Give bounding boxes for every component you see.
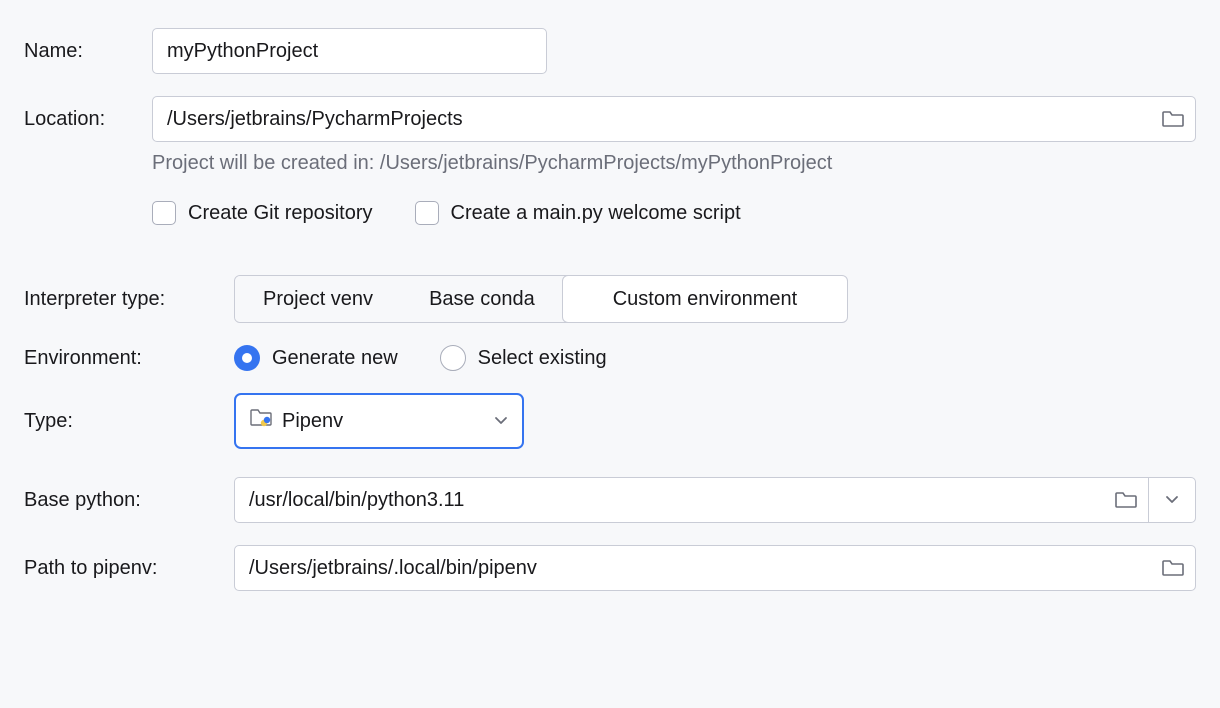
name-row: Name: myPythonProject: [24, 28, 1196, 74]
browse-pipenv-button[interactable]: [1151, 546, 1195, 590]
name-value: myPythonProject: [167, 40, 318, 63]
path-to-pipenv-value: /Users/jetbrains/.local/bin/pipenv: [249, 557, 1151, 580]
folder-icon: [1162, 110, 1184, 128]
path-to-pipenv-row: Path to pipenv: /Users/jetbrains/.local/…: [24, 545, 1196, 591]
browse-location-button[interactable]: [1151, 97, 1195, 141]
base-python-row: Base python: /usr/local/bin/python3.11: [24, 477, 1196, 523]
pipenv-folder-icon: [250, 408, 272, 434]
environment-radio-group: Generate new Select existing: [234, 345, 607, 371]
path-to-pipenv-label: Path to pipenv:: [24, 557, 234, 580]
path-to-pipenv-input[interactable]: /Users/jetbrains/.local/bin/pipenv: [234, 545, 1196, 591]
checkbox-box-icon: [152, 201, 176, 225]
base-python-dropdown-button[interactable]: [1148, 477, 1196, 523]
radio-select-existing-label: Select existing: [478, 347, 607, 370]
radio-dot-icon: [234, 345, 260, 371]
radio-generate-new[interactable]: Generate new: [234, 345, 398, 371]
type-select-value: Pipenv: [282, 410, 484, 433]
folder-icon: [1115, 491, 1137, 509]
segment-project-venv[interactable]: Project venv: [235, 276, 401, 322]
location-input[interactable]: /Users/jetbrains/PycharmProjects: [152, 96, 1196, 142]
type-row: Type: Pipenv: [24, 393, 1196, 449]
location-label: Location:: [24, 108, 152, 131]
checkbox-box-icon: [415, 201, 439, 225]
base-python-label: Base python:: [24, 489, 234, 512]
base-python-value: /usr/local/bin/python3.11: [249, 489, 1104, 512]
browse-base-python-button[interactable]: [1104, 478, 1148, 522]
interpreter-type-label: Interpreter type:: [24, 288, 234, 311]
segment-custom-environment[interactable]: Custom environment: [562, 275, 849, 323]
radio-generate-new-label: Generate new: [272, 347, 398, 370]
interpreter-type-row: Interpreter type: Project venv Base cond…: [24, 275, 1196, 323]
create-mainpy-checkbox[interactable]: Create a main.py welcome script: [415, 201, 741, 225]
radio-select-existing[interactable]: Select existing: [440, 345, 607, 371]
environment-row: Environment: Generate new Select existin…: [24, 345, 1196, 371]
location-value: /Users/jetbrains/PycharmProjects: [167, 108, 1151, 131]
checkbox-row: Create Git repository Create a main.py w…: [152, 201, 1196, 225]
segment-base-conda[interactable]: Base conda: [401, 276, 563, 322]
chevron-down-icon: [494, 416, 508, 426]
create-mainpy-label: Create a main.py welcome script: [451, 202, 741, 225]
location-row: Location: /Users/jetbrains/PycharmProjec…: [24, 96, 1196, 142]
environment-label: Environment:: [24, 347, 234, 370]
base-python-input[interactable]: /usr/local/bin/python3.11: [234, 477, 1148, 523]
name-label: Name:: [24, 40, 152, 63]
radio-dot-icon: [440, 345, 466, 371]
folder-icon: [1162, 559, 1184, 577]
location-hint: Project will be created in: /Users/jetbr…: [152, 152, 1196, 175]
type-select[interactable]: Pipenv: [234, 393, 524, 449]
name-input[interactable]: myPythonProject: [152, 28, 547, 74]
interpreter-type-segmented: Project venv Base conda Custom environme…: [234, 275, 848, 323]
chevron-down-icon: [1165, 495, 1179, 505]
type-label: Type:: [24, 410, 234, 433]
create-git-checkbox[interactable]: Create Git repository: [152, 201, 373, 225]
create-git-label: Create Git repository: [188, 202, 373, 225]
